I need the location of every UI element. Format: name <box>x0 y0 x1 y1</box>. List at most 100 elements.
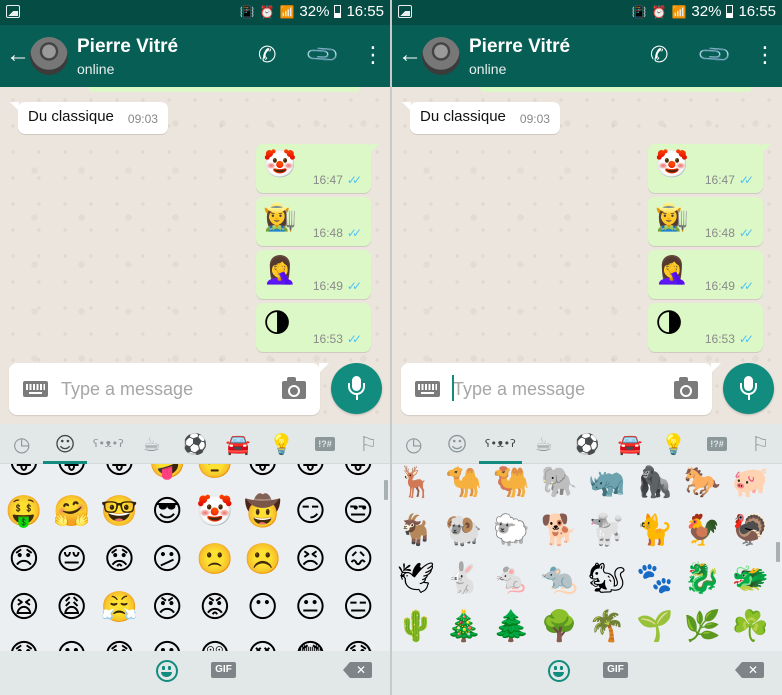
emoji-key[interactable]: 😐 <box>287 583 335 631</box>
voice-record-button[interactable] <box>331 363 382 414</box>
emoji-key[interactable]: 😮 <box>143 631 191 652</box>
gif-button[interactable]: GIF <box>211 662 236 678</box>
incoming-message[interactable]: Du classique 09:03 <box>10 102 168 134</box>
tab-objects[interactable]: 💡 <box>652 424 695 463</box>
emoji-key[interactable]: 😜 <box>334 464 382 487</box>
more-options-icon[interactable]: ⋮ <box>362 43 384 67</box>
emoji-key[interactable]: 😯 <box>0 631 48 652</box>
emoji-key[interactable]: 😩 <box>48 583 96 631</box>
emoji-key[interactable]: 🐎 <box>679 464 727 506</box>
tab-recent[interactable]: ◷ <box>0 424 43 463</box>
outgoing-message[interactable]: 👩‍🌾 16:48 ✓✓ <box>648 197 763 246</box>
emoji-key[interactable]: 🐇 <box>440 554 488 602</box>
emoji-key[interactable]: 🐖 <box>726 464 774 506</box>
emoji-key[interactable]: 😟 <box>96 535 144 583</box>
emoji-key[interactable]: 😒 <box>334 487 382 535</box>
emoji-key[interactable]: 🤗 <box>48 487 96 535</box>
emoji-key[interactable]: 🤪 <box>143 464 191 487</box>
tab-flags[interactable]: ⚐ <box>347 424 390 463</box>
emoji-key[interactable]: 🌲 <box>488 602 536 650</box>
emoji-key[interactable]: 🐓 <box>679 506 727 554</box>
emoji-key[interactable]: 😱 <box>334 631 382 652</box>
attach-paperclip-icon[interactable]: 📎 <box>696 36 733 73</box>
emoji-key[interactable]: 😡 <box>191 583 239 631</box>
emoji-key[interactable]: 🦍 <box>631 464 679 506</box>
outgoing-message[interactable]: 🤦‍♀️ 16:49 ✓✓ <box>256 250 371 299</box>
tab-symbols[interactable]: !?# <box>303 424 346 463</box>
emoji-key[interactable]: 😜 <box>96 464 144 487</box>
tab-food[interactable]: ☕ <box>130 424 173 463</box>
phone-call-icon[interactable]: ✆ <box>650 43 668 67</box>
outgoing-message[interactable]: 👩‍🌾 16:48 ✓✓ <box>256 197 371 246</box>
backspace-button[interactable]: ✕ <box>735 662 764 678</box>
emoji-key[interactable]: 😔 <box>48 535 96 583</box>
tab-objects[interactable]: 💡 <box>260 424 303 463</box>
emoji-key[interactable]: 😏 <box>287 487 335 535</box>
emoji-key[interactable]: 🐁 <box>488 554 536 602</box>
emoji-key[interactable]: 🐀 <box>535 554 583 602</box>
emoji-key[interactable]: 🐐 <box>392 506 440 554</box>
emoji-scrollbar[interactable] <box>776 542 780 562</box>
contact-avatar[interactable] <box>422 37 460 75</box>
emoji-key[interactable]: 🐩 <box>583 506 631 554</box>
emoji-key[interactable]: 🦃 <box>726 506 774 554</box>
emoji-key[interactable]: 🌳 <box>535 602 583 650</box>
outgoing-message[interactable]: 🤡 16:47 ✓✓ <box>256 144 379 193</box>
tab-travel[interactable]: 🚘 <box>609 424 652 463</box>
emoji-key[interactable]: 😖 <box>334 535 382 583</box>
tab-food[interactable]: ☕ <box>522 424 565 463</box>
backspace-button[interactable]: ✕ <box>343 662 372 678</box>
emoji-key[interactable]: 🐘 <box>535 464 583 506</box>
emoji-key[interactable]: 🦏 <box>583 464 631 506</box>
camera-icon[interactable] <box>282 377 306 399</box>
emoji-key[interactable]: 😛 <box>239 464 287 487</box>
tab-activity[interactable]: ⚽ <box>173 424 216 463</box>
contact-name[interactable]: Pierre Vitré <box>469 36 570 58</box>
tab-smileys[interactable]: ☺ <box>43 424 87 464</box>
contact-avatar[interactable] <box>30 37 68 75</box>
emoji-key[interactable]: 😲 <box>191 631 239 652</box>
outgoing-message[interactable]: 🤡 16:47 ✓✓ <box>648 144 771 193</box>
more-options-icon[interactable]: ⋮ <box>754 43 776 67</box>
tab-animals[interactable]: ʕ•ᴥ•ʔ <box>87 424 130 463</box>
emoji-key[interactable]: 🙁 <box>191 535 239 583</box>
tab-flags[interactable]: ⚐ <box>739 424 782 463</box>
emoji-key[interactable]: 🐕 <box>535 506 583 554</box>
emoji-key[interactable]: ☹️ <box>239 535 287 583</box>
emoji-key[interactable]: 😕 <box>143 535 191 583</box>
phone-call-icon[interactable]: ✆ <box>258 43 276 67</box>
emoji-key[interactable]: 😣 <box>287 535 335 583</box>
emoji-key[interactable]: 🐾 <box>631 554 679 602</box>
emoji-key[interactable]: 😦 <box>48 631 96 652</box>
emoji-mode-icon[interactable] <box>548 660 570 682</box>
emoji-key[interactable]: 😝 <box>48 464 96 487</box>
message-input[interactable] <box>61 375 271 403</box>
camera-icon[interactable] <box>674 377 698 399</box>
attach-paperclip-icon[interactable]: 📎 <box>304 36 341 73</box>
tab-activity[interactable]: ⚽ <box>565 424 608 463</box>
emoji-key[interactable]: 🌱 <box>631 602 679 650</box>
emoji-key[interactable]: 😛 <box>0 464 48 487</box>
voice-record-button[interactable] <box>723 363 774 414</box>
outgoing-message[interactable]: 🤦‍♀️ 16:49 ✓✓ <box>648 250 763 299</box>
keyboard-icon[interactable] <box>23 381 48 397</box>
emoji-key[interactable]: 🕊 <box>392 554 440 602</box>
tab-smileys[interactable]: ☺ <box>435 424 478 463</box>
emoji-key[interactable]: 🌿 <box>679 602 727 650</box>
emoji-key[interactable]: 🦌 <box>392 464 440 506</box>
back-arrow-icon[interactable]: ← <box>6 43 30 67</box>
emoji-key[interactable]: 😤 <box>96 583 144 631</box>
tab-symbols[interactable]: !?# <box>695 424 738 463</box>
back-arrow-icon[interactable]: ← <box>398 43 422 67</box>
tab-animals[interactable]: ʕ•ᴥ•ʔ <box>478 424 523 464</box>
outgoing-message[interactable]: 🌗 16:53 ✓✓ <box>256 303 371 352</box>
emoji-key[interactable]: 🎄 <box>440 602 488 650</box>
emoji-key[interactable]: 😵 <box>239 631 287 652</box>
emoji-key[interactable]: 🤨 <box>191 464 239 487</box>
emoji-key[interactable]: 🤡 <box>191 487 239 535</box>
gif-button[interactable]: GIF <box>603 662 628 678</box>
emoji-key[interactable]: 🤑 <box>0 487 48 535</box>
emoji-key[interactable]: ☘️ <box>726 602 774 650</box>
emoji-key[interactable]: 🐿 <box>583 554 631 602</box>
emoji-key[interactable]: 🤠 <box>239 487 287 535</box>
